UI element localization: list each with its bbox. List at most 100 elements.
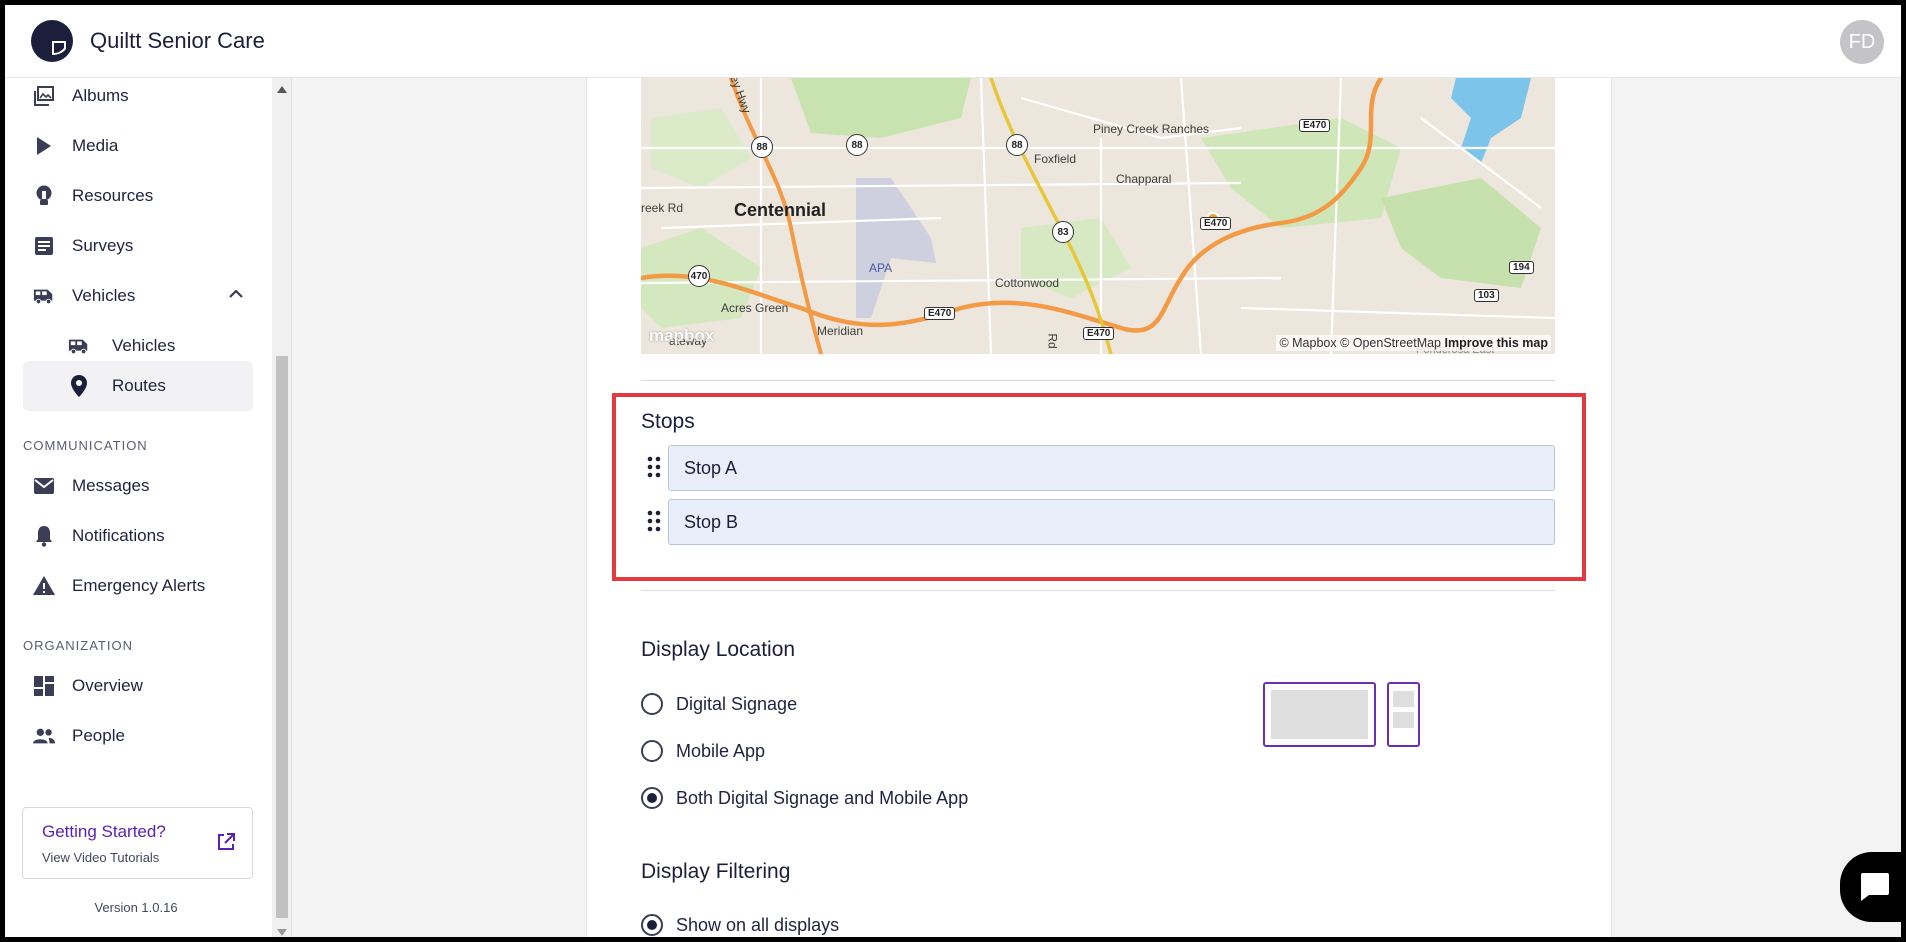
sidebar-item-emergency-alerts[interactable]: Emergency Alerts bbox=[23, 561, 253, 611]
scrollbar-thumb[interactable] bbox=[276, 356, 288, 918]
chat-widget-button[interactable] bbox=[1840, 852, 1904, 922]
radio-mobile-app[interactable]: Mobile App bbox=[641, 740, 765, 762]
map-label-foxfield: Foxfield bbox=[1034, 152, 1077, 166]
map-label-centennial: Centennial bbox=[734, 200, 827, 220]
sidebar-scrollbar[interactable] bbox=[272, 78, 292, 942]
highway-shield-e470: E470 bbox=[924, 307, 956, 320]
attribution-text: © Mapbox © OpenStreetMap bbox=[1279, 336, 1442, 350]
sidebar-item-label: Messages bbox=[72, 476, 150, 495]
drag-handle-icon[interactable] bbox=[647, 456, 661, 478]
divider bbox=[641, 380, 1555, 381]
radio-label: Both Digital Signage and Mobile App bbox=[676, 787, 969, 808]
map-attribution: © Mapbox © OpenStreetMap Improve this ma… bbox=[1276, 335, 1551, 351]
preview-screen bbox=[1271, 690, 1368, 739]
improve-map-link[interactable]: Improve this map bbox=[1445, 336, 1549, 350]
radio-show-all-displays[interactable]: Show on all displays bbox=[641, 914, 839, 936]
divider bbox=[641, 590, 1555, 591]
sidebar-item-notifications[interactable]: Notifications bbox=[23, 511, 253, 561]
chat-bubble-icon bbox=[1861, 873, 1889, 901]
getting-started-card[interactable]: Getting Started? View Video Tutorials bbox=[22, 807, 253, 879]
route-shield-194: 194 bbox=[1509, 261, 1534, 274]
radio-button[interactable] bbox=[641, 740, 663, 762]
stop-input[interactable] bbox=[668, 445, 1555, 491]
people-icon bbox=[33, 725, 55, 747]
sidebar-item-vehicles-group[interactable]: Vehicles bbox=[23, 271, 253, 321]
app-version: Version 1.0.16 bbox=[94, 900, 178, 915]
display-filtering-title: Display Filtering bbox=[641, 860, 791, 883]
display-location-title: Display Location bbox=[641, 638, 796, 661]
sidebar-item-people[interactable]: People bbox=[23, 711, 253, 761]
scroll-down-arrow-icon[interactable] bbox=[277, 929, 287, 936]
mapbox-logo[interactable]: mapbox bbox=[649, 326, 714, 346]
stop-row bbox=[641, 499, 1555, 545]
sidebar-item-label: Notifications bbox=[72, 526, 165, 545]
radio-label: Mobile App bbox=[676, 740, 766, 761]
map-label-piney-creek: Piney Creek Ranches bbox=[1093, 122, 1210, 136]
highway-shield-e470: E470 bbox=[1299, 119, 1331, 132]
bus-icon bbox=[68, 335, 90, 357]
radio-digital-signage[interactable]: Digital Signage bbox=[641, 693, 797, 715]
sidebar-item-resources[interactable]: Resources bbox=[23, 171, 253, 221]
app-name: Quiltt Senior Care bbox=[90, 28, 265, 53]
map-label-reek-rd: reek Rd bbox=[641, 201, 684, 215]
sidebar-item-label: Overview bbox=[72, 676, 143, 695]
map-label-chapparal: Chapparal bbox=[1116, 172, 1172, 186]
bell-icon bbox=[33, 525, 55, 547]
radio-label: Show on all displays bbox=[676, 914, 840, 935]
map-label-rd: Rd bbox=[1045, 333, 1060, 349]
radio-both[interactable]: Both Digital Signage and Mobile App bbox=[641, 787, 968, 809]
getting-started-subtitle: View Video Tutorials bbox=[42, 850, 160, 865]
radio-button[interactable] bbox=[641, 914, 663, 936]
user-avatar[interactable]: FD bbox=[1840, 20, 1884, 64]
sidebar-item-label: Emergency Alerts bbox=[72, 576, 206, 595]
route-shield-103: 103 bbox=[1474, 289, 1499, 302]
section-label-organization: ORGANIZATION bbox=[23, 638, 133, 653]
sidebar-item-messages[interactable]: Messages bbox=[23, 461, 253, 511]
sidebar-item-label: Media bbox=[72, 136, 119, 155]
location-pin-icon bbox=[68, 375, 90, 397]
sidebar-item-overview[interactable]: Overview bbox=[23, 661, 253, 711]
stop-input[interactable] bbox=[668, 499, 1555, 545]
section-label-communication: COMMUNICATION bbox=[23, 438, 148, 453]
radio-button[interactable] bbox=[641, 787, 663, 809]
map-label-meridian: Meridian bbox=[817, 324, 864, 338]
sidebar-item-surveys[interactable]: Surveys bbox=[23, 221, 253, 271]
bus-icon bbox=[33, 285, 55, 307]
stops-title: Stops bbox=[641, 410, 695, 433]
getting-started-title: Getting Started? bbox=[42, 822, 166, 841]
lightbulb-icon bbox=[33, 185, 55, 207]
sidebar-item-media[interactable]: Media bbox=[23, 121, 253, 171]
route-shield-88: 88 bbox=[846, 134, 868, 156]
survey-icon bbox=[33, 235, 55, 257]
play-icon bbox=[33, 135, 55, 157]
route-map[interactable]: Centennial Piney Creek Ranches Foxfield … bbox=[641, 78, 1555, 354]
mobile-app-preview bbox=[1387, 682, 1420, 747]
sidebar-item-albums[interactable]: Albums bbox=[23, 71, 253, 121]
route-shield-470: 470 bbox=[688, 265, 710, 287]
preview-block bbox=[1393, 691, 1414, 707]
route-shield-88: 88 bbox=[751, 136, 773, 158]
external-link-icon bbox=[218, 833, 235, 850]
stop-row bbox=[641, 445, 1555, 491]
scroll-up-arrow-icon[interactable] bbox=[277, 86, 287, 93]
sidebar-item-label: Resources bbox=[72, 186, 154, 205]
dashboard-icon bbox=[33, 675, 55, 697]
warning-icon bbox=[33, 575, 55, 597]
top-bar: Quiltt Senior Care FD bbox=[0, 0, 1906, 78]
sidebar-item-routes[interactable]: Routes bbox=[23, 361, 253, 411]
sidebar-item-label: Routes bbox=[112, 376, 166, 395]
photo-album-icon bbox=[33, 85, 55, 107]
chevron-up-icon[interactable] bbox=[229, 289, 243, 298]
quiltt-logo-icon[interactable] bbox=[31, 20, 73, 62]
map-label-apa: APA bbox=[869, 261, 893, 275]
radio-label: Digital Signage bbox=[676, 693, 798, 714]
drag-handle-icon[interactable] bbox=[647, 510, 661, 532]
sidebar-item-label: Vehicles bbox=[72, 286, 136, 305]
radio-button[interactable] bbox=[641, 693, 663, 715]
map-label-cottonwood: Cottonwood bbox=[995, 276, 1060, 290]
map-label-acres-green: Acres Green bbox=[721, 301, 789, 315]
mail-icon bbox=[33, 475, 55, 497]
route-shield-83: 83 bbox=[1052, 221, 1074, 243]
sidebar-item-label: Albums bbox=[72, 86, 129, 105]
preview-block bbox=[1393, 712, 1414, 728]
